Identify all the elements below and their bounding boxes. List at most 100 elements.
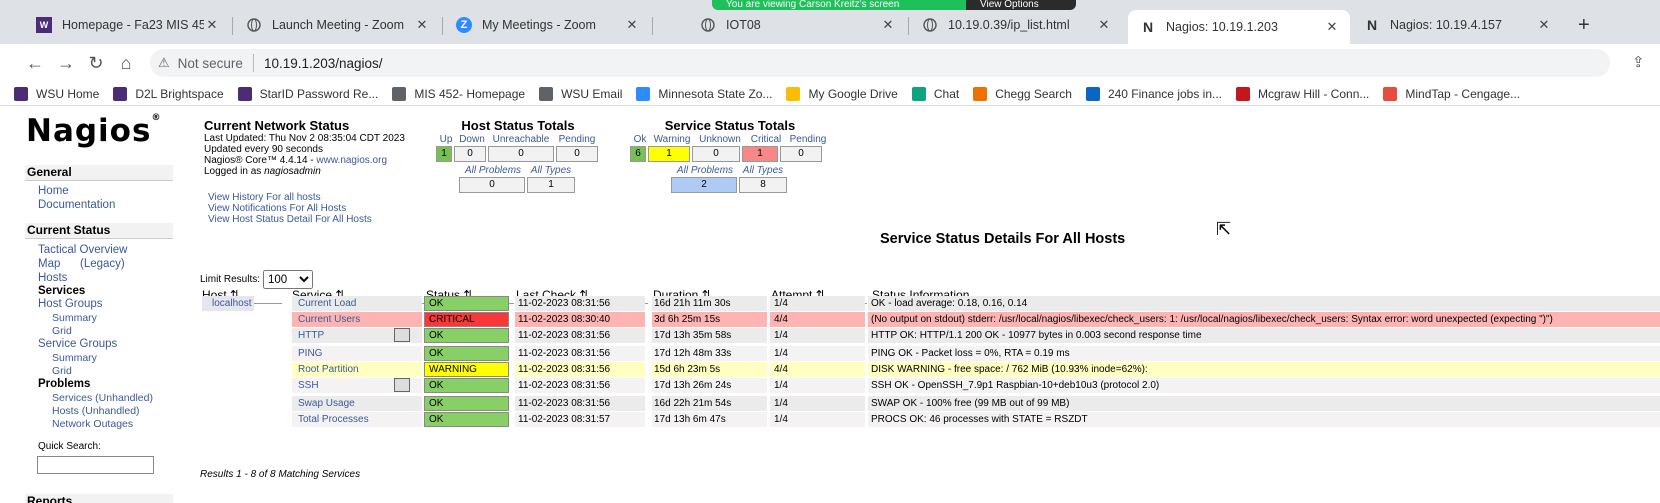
nagios-site-link[interactable]: www.nagios.org <box>316 155 387 166</box>
warning-icon[interactable]: ⚠ <box>158 55 170 71</box>
bookmark-item[interactable]: WSU Home <box>14 86 99 101</box>
status-info-cell: SWAP OK - 100% free (99 MB out of 99 MB) <box>868 396 1660 411</box>
svc-all-types-count[interactable]: 8 <box>739 177 787 193</box>
svc-critical-label[interactable]: Critical <box>746 134 786 145</box>
host-down-count[interactable]: 0 <box>454 146 486 162</box>
link-notifications[interactable]: View Notifications For All Hosts <box>208 203 372 214</box>
back-icon[interactable]: ← <box>24 52 46 74</box>
nav-map[interactable]: Map <box>38 258 60 270</box>
host-up-label[interactable]: Up <box>436 134 456 145</box>
svc-unknown-label[interactable]: Unknown <box>694 134 746 145</box>
close-icon[interactable]: ✕ <box>1324 19 1340 35</box>
nagios-icon: N <box>1142 19 1154 35</box>
close-icon[interactable]: ✕ <box>1096 17 1112 33</box>
forward-icon[interactable]: → <box>55 52 77 74</box>
duration-cell: 15d 6h 23m 5s <box>652 362 767 377</box>
svc-warning-label[interactable]: Warning <box>650 134 694 145</box>
host-unreachable-label[interactable]: Unreachable <box>488 134 554 145</box>
new-tab-button[interactable]: + <box>1578 14 1590 37</box>
host-all-problems-label[interactable]: All Problems <box>460 165 526 176</box>
host-up-count[interactable]: 1 <box>436 146 452 162</box>
bookmark-item[interactable]: MIS 452- Homepage <box>392 86 525 101</box>
close-icon[interactable]: ✕ <box>624 17 640 33</box>
version-text: Nagios® Core™ 4.4.14 - <box>204 155 317 166</box>
attempt-cell: 1/4 <box>770 346 865 361</box>
attempt-cell: 4/4 <box>770 312 865 327</box>
svc-all-types-label[interactable]: All Types <box>738 165 788 176</box>
close-icon[interactable]: ✕ <box>1536 17 1552 33</box>
service-status-totals: Service Status Totals Ok Warning Unknown… <box>630 118 830 193</box>
bookmark-item[interactable]: Minnesota State Zo... <box>636 86 772 101</box>
svc-all-problems-count[interactable]: 2 <box>671 177 737 193</box>
bookmark-item[interactable]: 240 Finance jobs in... <box>1085 86 1223 101</box>
svc-unknown-count[interactable]: 0 <box>692 146 740 162</box>
security-status[interactable]: Not secure <box>178 56 243 71</box>
service-link[interactable]: Swap Usage <box>292 396 422 411</box>
host-unreachable-count[interactable]: 0 <box>488 146 554 162</box>
duration-cell: 17d 13h 26m 24s <box>652 378 767 393</box>
share-icon[interactable]: ⇪ <box>1632 53 1645 71</box>
reload-icon[interactable]: ↻ <box>85 52 107 74</box>
svc-warning-count[interactable]: 1 <box>648 146 690 162</box>
bookmark-icon <box>911 86 926 101</box>
host-link[interactable]: localhost <box>202 296 254 311</box>
host-down-label[interactable]: Down <box>456 134 488 145</box>
nav-map-legacy[interactable]: (Legacy) <box>80 258 125 270</box>
tab-ip-list[interactable]: 10.19.0.39/ip_list.html ✕ <box>910 10 1122 40</box>
nav-documentation[interactable]: Documentation <box>38 199 115 211</box>
link-host-detail[interactable]: View Host Status Detail For All Hosts <box>208 214 372 225</box>
host-pending-label[interactable]: Pending <box>554 134 600 145</box>
svc-all-problems-label[interactable]: All Problems <box>672 165 738 176</box>
logo-text: Nagios <box>26 113 152 149</box>
bookmark-item[interactable]: WSU Email <box>539 86 622 101</box>
link-history[interactable]: View History For all hosts <box>208 192 372 203</box>
svc-pending-count[interactable]: 0 <box>780 146 822 162</box>
service-link[interactable]: Root Partition <box>292 362 422 377</box>
view-options-button[interactable]: View Options <box>966 0 1076 10</box>
url-text[interactable]: 10.19.1.203/nagios/ <box>264 56 383 71</box>
host-all-problems-count[interactable]: 0 <box>459 177 525 193</box>
svc-pending-label[interactable]: Pending <box>786 134 830 145</box>
tab-title: Nagios: 10.19.4.157 <box>1390 18 1502 32</box>
host-all-types-count[interactable]: 1 <box>527 177 575 193</box>
tab-launch-meeting[interactable]: Launch Meeting - Zoom ✕ <box>234 10 440 40</box>
nagios-logo[interactable]: Nagios® <box>26 113 161 149</box>
notifications-disabled-icon[interactable] <box>394 328 410 342</box>
notifications-disabled-icon[interactable] <box>394 378 410 392</box>
tab-homepage[interactable]: W Homepage - Fa23 MIS 452-01 ( ✕ <box>24 10 230 40</box>
bookmark-item[interactable]: My Google Drive <box>786 86 898 101</box>
tab-nagios-active[interactable]: N Nagios: 10.19.1.203 ✕ <box>1128 10 1350 44</box>
home-icon[interactable]: ⌂ <box>115 52 137 74</box>
service-link[interactable]: Current Load <box>292 296 422 311</box>
close-icon[interactable]: ✕ <box>204 17 220 33</box>
service-link[interactable]: Current Users <box>292 312 422 327</box>
service-link[interactable]: PING <box>292 346 422 361</box>
svc-ok-label[interactable]: Ok <box>630 134 650 145</box>
close-icon[interactable]: ✕ <box>880 17 896 33</box>
bookmark-label: 240 Finance jobs in... <box>1107 86 1223 101</box>
tab-my-meetings[interactable]: Z My Meetings - Zoom ✕ <box>444 10 650 40</box>
address-bar[interactable]: ⚠ Not secure 10.19.1.203/nagios/ <box>150 49 1610 77</box>
bookmark-icon <box>786 86 801 101</box>
bookmark-item[interactable]: Chat <box>911 86 959 101</box>
svc-critical-count[interactable]: 1 <box>742 146 778 162</box>
limit-results-select[interactable]: 100 <box>263 270 314 289</box>
host-all-types-label[interactable]: All Types <box>526 165 576 176</box>
nav-hosts[interactable]: Hosts <box>38 272 67 284</box>
service-link[interactable]: Total Processes <box>292 412 422 427</box>
bookmark-item[interactable]: Mcgraw Hill - Conn... <box>1236 86 1369 101</box>
host-pending-count[interactable]: 0 <box>556 146 598 162</box>
username: nagiosadmin <box>264 166 321 177</box>
quick-search-input[interactable] <box>37 456 154 474</box>
nav-header-reports: Reports <box>25 494 173 503</box>
bookmark-item[interactable]: StarID Password Re... <box>237 86 378 101</box>
tab-iot08[interactable]: IOT08 ✕ <box>688 10 906 40</box>
bookmark-item[interactable]: Chegg Search <box>973 86 1072 101</box>
nav-tactical-overview[interactable]: Tactical Overview <box>38 244 127 256</box>
bookmark-item[interactable]: MindTap - Cengage... <box>1383 86 1520 101</box>
tab-nagios-other[interactable]: N Nagios: 10.19.4.157 ✕ <box>1352 10 1562 40</box>
nav-home[interactable]: Home <box>38 185 69 197</box>
svc-ok-count[interactable]: 6 <box>630 146 646 162</box>
close-icon[interactable]: ✕ <box>414 17 430 33</box>
bookmark-item[interactable]: D2L Brightspace <box>113 86 224 101</box>
